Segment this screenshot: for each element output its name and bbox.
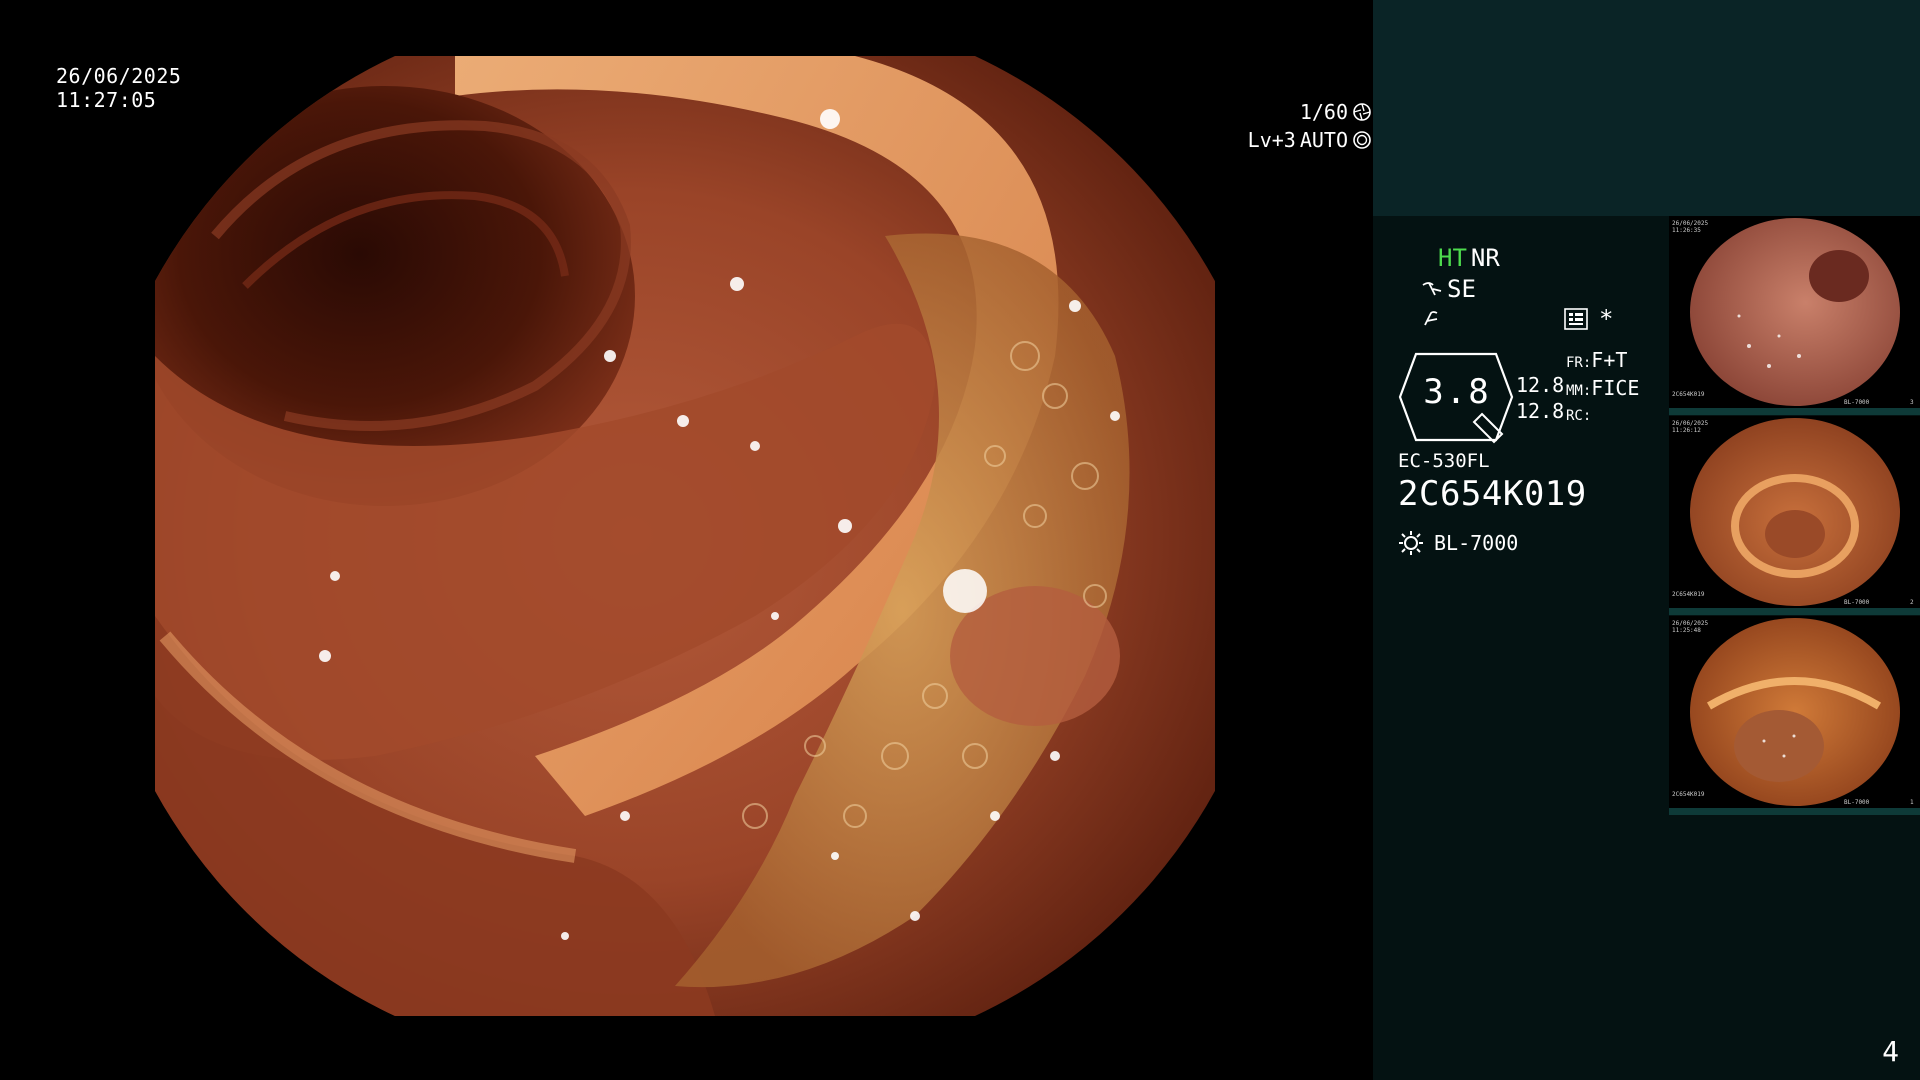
mm-label: MM: bbox=[1566, 383, 1592, 399]
exposure-overlay: 1/60 Lv+3 AUTO bbox=[1248, 98, 1372, 154]
thumbnail-bar bbox=[1669, 408, 1920, 415]
fr-label: FR: bbox=[1566, 355, 1592, 371]
thumbnail-time: 11:26:12 bbox=[1672, 427, 1701, 434]
thumbnail-serial: 2C654K019 bbox=[1672, 391, 1705, 398]
mode-nr: NR bbox=[1470, 243, 1500, 272]
zoom-readout-2: 12.8 bbox=[1516, 399, 1565, 423]
thumbnail-serial: 2C654K019 bbox=[1672, 791, 1705, 798]
light-source-label: BL-7000 bbox=[1434, 531, 1519, 555]
thumbnail-3[interactable]: 26/06/2025 11:26:35 2C654K019 BL-7000 3 bbox=[1669, 216, 1920, 415]
mm-value: FICE bbox=[1591, 376, 1640, 400]
mode-se: SE bbox=[1447, 274, 1476, 303]
panel-header-area bbox=[1373, 0, 1920, 216]
light-source-icon bbox=[1399, 531, 1423, 555]
thumbnail-1[interactable]: 26/06/2025 11:25:48 2C654K019 BL-7000 1 bbox=[1669, 616, 1920, 815]
thumbnail-image bbox=[1690, 218, 1900, 406]
fr-value: F+T bbox=[1591, 348, 1628, 372]
asterisk-indicator: * bbox=[1599, 305, 1614, 333]
thumbnail-date: 26/06/2025 bbox=[1672, 420, 1709, 427]
iris-mode: AUTO bbox=[1299, 128, 1348, 152]
shutter-icon bbox=[1353, 103, 1371, 121]
shutter-speed: 1/60 bbox=[1299, 100, 1348, 124]
thumbnail-time: 11:26:35 bbox=[1672, 227, 1701, 234]
iris-level: Lv+3 bbox=[1247, 128, 1296, 152]
zoom-readouts: 12.8 12.8 bbox=[1516, 372, 1564, 424]
thumbnail-2[interactable]: 26/06/2025 11:26:12 2C654K019 BL-7000 2 bbox=[1669, 416, 1920, 615]
thumbnail-index: 1 bbox=[1910, 799, 1914, 806]
thumbnail-light: BL-7000 bbox=[1844, 399, 1870, 406]
zoom-readout-1: 12.8 bbox=[1516, 373, 1565, 397]
structure-icon bbox=[1422, 281, 1442, 295]
thumbnail-serial: 2C654K019 bbox=[1672, 591, 1705, 598]
scope-model: EC-530FL bbox=[1398, 450, 1490, 472]
processing-settings: FR:F+T MM:FICE RC: bbox=[1566, 348, 1639, 429]
thumbnail-date: 26/06/2025 bbox=[1672, 620, 1709, 627]
thumbnail-index: 3 bbox=[1910, 399, 1914, 406]
thumbnail-light: BL-7000 bbox=[1844, 599, 1870, 606]
mode-ht: HT bbox=[1438, 243, 1467, 272]
thumbnail-image bbox=[1690, 618, 1900, 806]
enhance-icon bbox=[1424, 310, 1438, 325]
thumbnail-image bbox=[1690, 418, 1900, 606]
thumbnail-bar bbox=[1669, 608, 1920, 615]
light-source: BL-7000 bbox=[1398, 530, 1518, 556]
thumbnail-date: 26/06/2025 bbox=[1672, 220, 1709, 227]
menu-icon bbox=[1564, 308, 1588, 330]
scope-serial: 2C654K019 bbox=[1398, 474, 1587, 514]
rc-label: RC: bbox=[1566, 408, 1592, 424]
page-number: 4 bbox=[1882, 1035, 1899, 1068]
endoscope-image bbox=[155, 56, 1215, 1016]
mode-indicators: HT NR SE bbox=[1421, 242, 1500, 335]
zoom-value: 3.8 bbox=[1423, 372, 1491, 412]
thumbnail-bar bbox=[1669, 808, 1920, 815]
thumbnail-index: 2 bbox=[1910, 599, 1914, 606]
thumbnail-time: 11:25:48 bbox=[1672, 627, 1701, 634]
iris-icon bbox=[1353, 131, 1371, 149]
thumbnail-light: BL-7000 bbox=[1844, 799, 1870, 806]
